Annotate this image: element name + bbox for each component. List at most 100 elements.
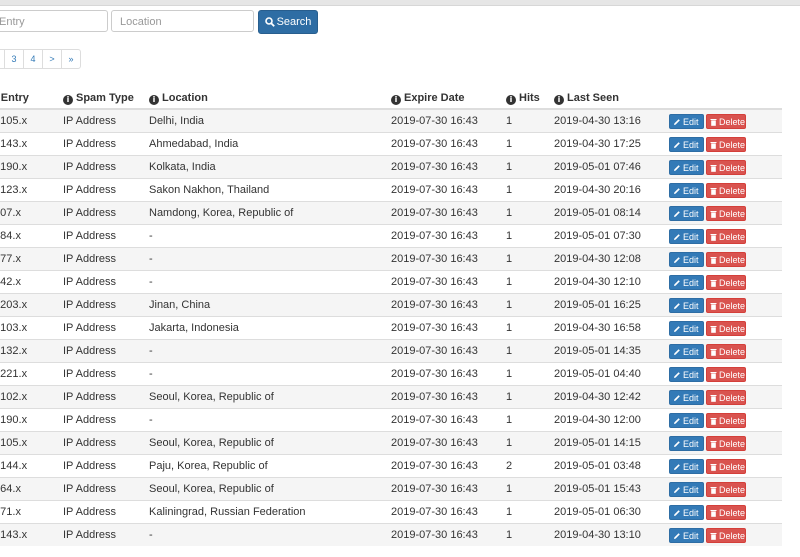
- delete-button[interactable]: Delete: [706, 412, 746, 428]
- delete-button[interactable]: Delete: [706, 205, 746, 221]
- edit-button[interactable]: Edit: [669, 504, 704, 520]
- entry-cell: 5.221.x: [0, 362, 63, 386]
- last-seen-cell: 2019-04-30 12:00: [554, 408, 669, 432]
- actions-cell: Edit Delete: [669, 224, 782, 248]
- delete-button[interactable]: Delete: [706, 159, 746, 175]
- location-cell: -: [149, 408, 391, 432]
- hits-cell: 1: [506, 201, 554, 225]
- hits-cell: 1: [506, 155, 554, 179]
- edit-button[interactable]: Edit: [669, 182, 704, 198]
- entry-cell: 1.102.x: [0, 385, 63, 409]
- actions-cell: Edit Delete: [669, 108, 782, 133]
- pagination: 3 4 > »: [0, 49, 81, 69]
- pencil-icon: [674, 164, 680, 171]
- delete-button[interactable]: Delete: [706, 297, 746, 313]
- actions-cell: Edit Delete: [669, 132, 782, 156]
- table-row: 4.190.xIP Address-2019-07-30 16:4312019-…: [0, 408, 782, 432]
- top-panel-edge: [0, 0, 800, 6]
- spam-type-cell: IP Address: [63, 339, 149, 363]
- edit-button[interactable]: Edit: [669, 481, 704, 497]
- delete-button[interactable]: Delete: [706, 320, 746, 336]
- column-header-last-seen[interactable]: i Last Seen: [554, 88, 669, 110]
- table-row: 4.103.xIP AddressJakarta, Indonesia2019-…: [0, 316, 782, 340]
- search-button[interactable]: Search: [258, 10, 318, 34]
- edit-button-label: Edit: [683, 438, 699, 449]
- edit-button[interactable]: Edit: [669, 251, 704, 267]
- edit-button[interactable]: Edit: [669, 435, 704, 451]
- page-next[interactable]: >: [42, 49, 62, 69]
- expire-date-cell: 2019-07-30 16:43: [391, 247, 506, 271]
- edit-button[interactable]: Edit: [669, 366, 704, 382]
- delete-button-label: Delete: [719, 507, 746, 518]
- table-row: 5.105.xIP AddressSeoul, Korea, Republic …: [0, 431, 782, 455]
- expire-date-cell: 2019-07-30 16:43: [391, 362, 506, 386]
- delete-button[interactable]: Delete: [706, 527, 746, 543]
- pencil-icon: [674, 279, 680, 286]
- hits-cell: 1: [506, 339, 554, 363]
- last-seen-cell: 2019-05-01 14:15: [554, 431, 669, 455]
- hits-cell: 1: [506, 132, 554, 156]
- hits-cell: 1: [506, 431, 554, 455]
- edit-button[interactable]: Edit: [669, 228, 704, 244]
- edit-button-label: Edit: [683, 277, 699, 288]
- column-header-entry[interactable]: n Entry: [0, 88, 63, 110]
- edit-button[interactable]: Edit: [669, 297, 704, 313]
- edit-button[interactable]: Edit: [669, 159, 704, 175]
- last-seen-cell: 2019-05-01 04:40: [554, 362, 669, 386]
- delete-button-label: Delete: [719, 116, 746, 127]
- edit-button[interactable]: Edit: [669, 389, 704, 405]
- delete-button[interactable]: Delete: [706, 481, 746, 497]
- edit-button[interactable]: Edit: [669, 320, 704, 336]
- edit-button[interactable]: Edit: [669, 274, 704, 290]
- delete-button[interactable]: Delete: [706, 113, 746, 129]
- edit-button-label: Edit: [683, 507, 699, 518]
- column-header-expire-date[interactable]: i Expire Date: [391, 88, 506, 110]
- pencil-icon: [674, 325, 680, 332]
- edit-button[interactable]: Edit: [669, 136, 704, 152]
- location-cell: -: [149, 270, 391, 294]
- info-icon: i: [391, 94, 401, 105]
- column-header-spam-type[interactable]: i Spam Type: [63, 88, 149, 110]
- column-header-hits[interactable]: i Hits: [506, 88, 554, 110]
- delete-button[interactable]: Delete: [706, 182, 746, 198]
- hits-cell: 1: [506, 316, 554, 340]
- actions-cell: Edit Delete: [669, 155, 782, 179]
- spam-type-cell: IP Address: [63, 155, 149, 179]
- entry-cell: .177.x: [0, 247, 63, 271]
- last-seen-cell: 2019-04-30 13:16: [554, 108, 669, 133]
- edit-button[interactable]: Edit: [669, 205, 704, 221]
- delete-button[interactable]: Delete: [706, 228, 746, 244]
- delete-button[interactable]: Delete: [706, 274, 746, 290]
- delete-button[interactable]: Delete: [706, 251, 746, 267]
- edit-button[interactable]: Edit: [669, 458, 704, 474]
- delete-button[interactable]: Delete: [706, 136, 746, 152]
- delete-button[interactable]: Delete: [706, 458, 746, 474]
- edit-button[interactable]: Edit: [669, 412, 704, 428]
- pencil-icon: [674, 371, 680, 378]
- page-link-3[interactable]: 3: [4, 49, 24, 69]
- column-header-location[interactable]: i Location: [149, 88, 391, 110]
- hits-cell: 1: [506, 500, 554, 524]
- entry-search-input[interactable]: Entry: [0, 10, 108, 32]
- edit-button[interactable]: Edit: [669, 527, 704, 543]
- trash-icon: [710, 348, 717, 356]
- last-seen-cell: 2019-05-01 15:43: [554, 477, 669, 501]
- delete-button[interactable]: Delete: [706, 504, 746, 520]
- spam-type-cell: IP Address: [63, 385, 149, 409]
- pencil-icon: [674, 394, 680, 401]
- table-row: .184.xIP Address-2019-07-30 16:4312019-0…: [0, 224, 782, 248]
- info-icon: i: [149, 94, 159, 105]
- delete-button[interactable]: Delete: [706, 435, 746, 451]
- edit-button[interactable]: Edit: [669, 343, 704, 359]
- edit-button-label: Edit: [683, 162, 699, 173]
- delete-button[interactable]: Delete: [706, 343, 746, 359]
- table-header-row: n Entry iSpam Type iLocation iExpire Dat…: [0, 88, 782, 110]
- edit-button[interactable]: Edit: [669, 113, 704, 129]
- delete-button[interactable]: Delete: [706, 366, 746, 382]
- delete-button[interactable]: Delete: [706, 389, 746, 405]
- spam-type-cell: IP Address: [63, 500, 149, 524]
- location-search-input[interactable]: Location: [111, 10, 254, 32]
- page-link-4[interactable]: 4: [23, 49, 43, 69]
- page-last[interactable]: »: [61, 49, 81, 69]
- delete-button-label: Delete: [719, 162, 746, 173]
